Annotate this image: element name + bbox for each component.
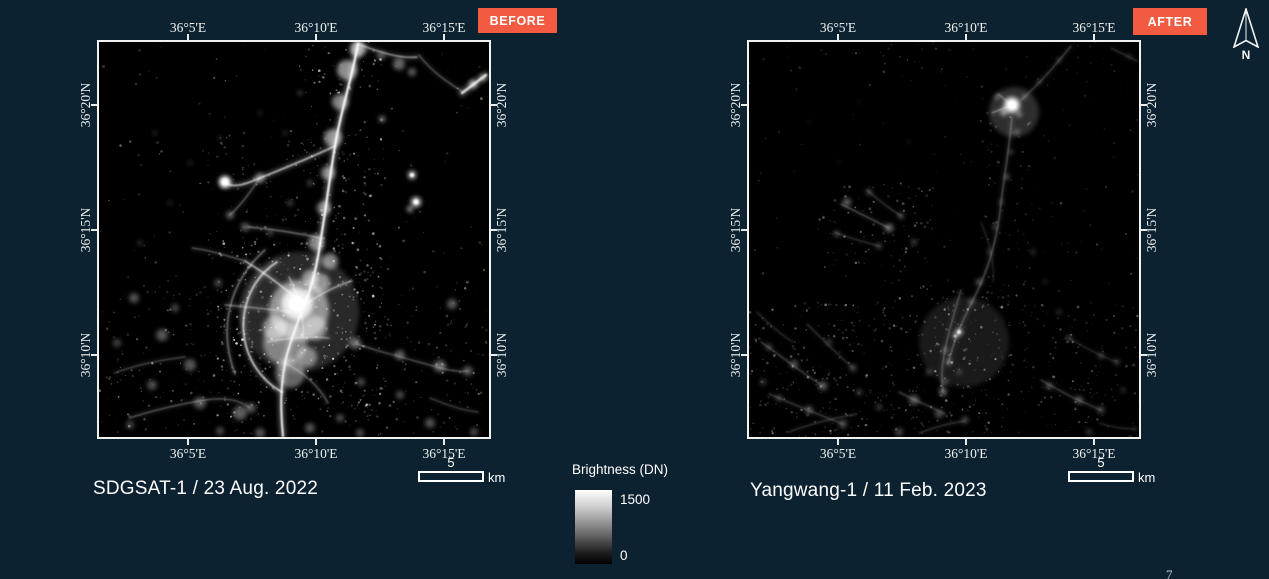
colorbar-min-label: 0 — [620, 548, 628, 563]
graticule-tick — [741, 229, 747, 231]
colorbar-title: Brightness (DN) — [572, 462, 668, 477]
scalebar-after: 5 km — [1068, 455, 1168, 489]
page-number: 7 — [1166, 567, 1173, 579]
graticule-tick — [741, 104, 747, 106]
graticule-tick — [965, 34, 967, 40]
graticule-tick — [965, 439, 967, 445]
graticule-tick — [91, 354, 97, 356]
colorbar: Brightness (DN) 1500 0 — [572, 462, 702, 572]
graticule-tick — [91, 229, 97, 231]
graticule-tick — [741, 354, 747, 356]
scalebar-unit: km — [1138, 470, 1155, 485]
night-lights-image — [99, 42, 489, 437]
graticule-tick — [443, 34, 445, 40]
graticule-tick — [187, 34, 189, 40]
graticule-tick — [837, 34, 839, 40]
before-badge: BEFORE — [478, 8, 557, 33]
longitude-label: 36°10'E — [944, 446, 987, 462]
colorbar-max-label: 1500 — [620, 492, 650, 507]
graticule-tick — [187, 439, 189, 445]
caption-before: SDGSAT-1 / 23 Aug. 2022 — [93, 478, 318, 500]
scalebar-unit: km — [488, 470, 505, 485]
graticule-tick — [491, 354, 497, 356]
longitude-label: 36°10'E — [294, 446, 337, 462]
figure-canvas: BEFORE AFTER N 36°5'E36°5'E36°10'E36°10'… — [0, 0, 1269, 579]
graticule-tick — [491, 104, 497, 106]
map-before: 36°5'E36°5'E36°10'E36°10'E36°15'E36°15'E… — [97, 40, 491, 439]
scalebar-bar — [1068, 471, 1134, 482]
north-arrow: N — [1231, 8, 1261, 66]
graticule-tick — [1093, 34, 1095, 40]
longitude-label: 36°5'E — [820, 446, 856, 462]
colorbar-ramp — [575, 490, 612, 564]
map-after: 36°5'E36°5'E36°10'E36°10'E36°15'E36°15'E… — [747, 40, 1141, 439]
graticule-tick — [1141, 104, 1147, 106]
graticule-tick — [837, 439, 839, 445]
longitude-label: 36°5'E — [170, 446, 206, 462]
north-label: N — [1231, 48, 1261, 62]
scalebar-number: 5 — [1068, 455, 1134, 470]
graticule-tick — [491, 229, 497, 231]
graticule-tick — [1141, 354, 1147, 356]
scalebar-number: 5 — [418, 455, 484, 470]
graticule-tick — [315, 439, 317, 445]
north-arrow-icon — [1232, 8, 1260, 48]
graticule-tick — [443, 439, 445, 445]
graticule-tick — [1093, 439, 1095, 445]
graticule-tick — [91, 104, 97, 106]
night-lights-image — [749, 42, 1139, 437]
after-badge: AFTER — [1133, 8, 1207, 35]
graticule-tick — [1141, 229, 1147, 231]
scalebar-before: 5 km — [418, 455, 518, 489]
scalebar-bar — [418, 471, 484, 482]
caption-after: Yangwang-1 / 11 Feb. 2023 — [750, 480, 987, 502]
graticule-tick — [315, 34, 317, 40]
